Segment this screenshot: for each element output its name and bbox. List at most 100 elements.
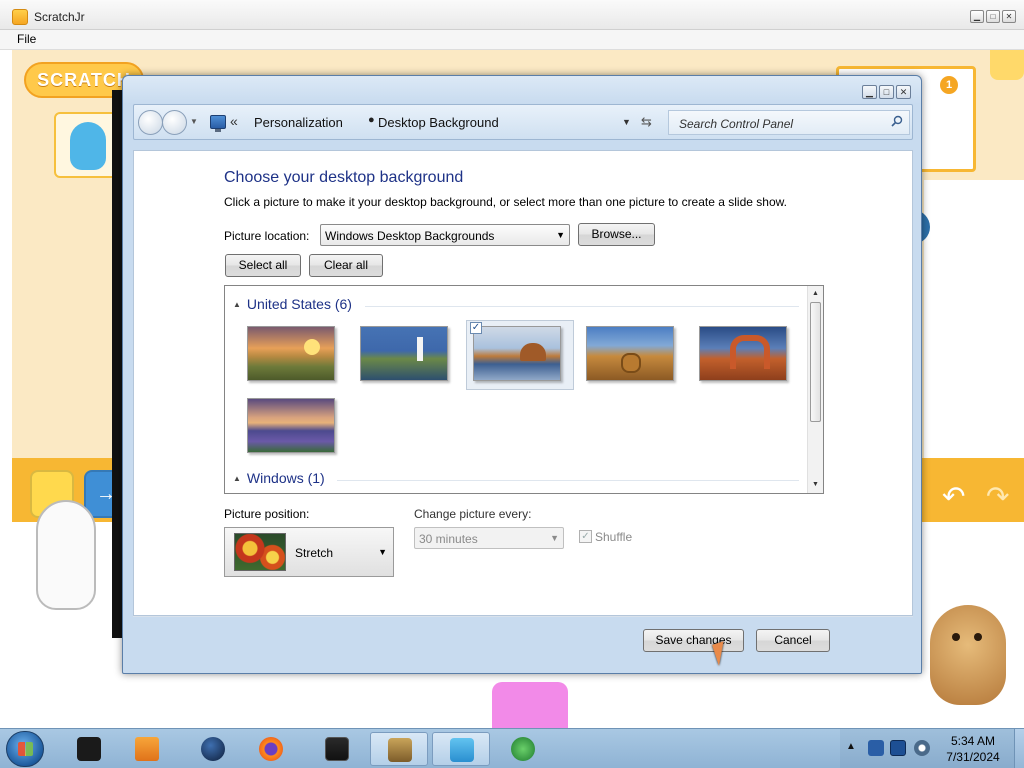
group-header-united-states[interactable]: ▲ United States (6) bbox=[233, 296, 352, 312]
wallpaper-gallery[interactable]: ▲ United States (6) ✓ ▲ Windows (1) ▲ ▼ bbox=[224, 285, 824, 494]
control-panel-icon bbox=[210, 115, 226, 132]
page-title: Choose your desktop background bbox=[224, 169, 464, 186]
menu-file[interactable]: File bbox=[17, 32, 36, 46]
change-picture-every-select[interactable]: 30 minutes ▼ bbox=[414, 527, 564, 549]
minimize-icon[interactable]: ▁ bbox=[862, 85, 877, 99]
hamster-sprite[interactable] bbox=[930, 605, 1006, 705]
main-content: Choose your desktop background Click a p… bbox=[133, 150, 913, 616]
redo-icon[interactable]: ↷ bbox=[986, 480, 1009, 513]
footer-divider bbox=[133, 616, 913, 617]
scrollbar-thumb[interactable] bbox=[810, 302, 821, 422]
thumbnail-checkbox[interactable]: ✓ bbox=[470, 322, 482, 334]
wallpaper-thumbnail[interactable] bbox=[247, 398, 335, 453]
scratchjr-icon bbox=[450, 738, 474, 762]
search-placeholder: Search Control Panel bbox=[679, 117, 794, 131]
taskbar-item-scratchjr[interactable] bbox=[432, 732, 490, 766]
shuffle-checkbox[interactable]: ✓ bbox=[579, 530, 592, 543]
maximize-icon[interactable]: □ bbox=[879, 85, 894, 99]
sprite-character-icon bbox=[70, 122, 106, 170]
clock-time[interactable]: 5:34 AM bbox=[940, 734, 1006, 748]
picture-position-label: Picture position: bbox=[224, 507, 310, 521]
wallpaper-thumbnail[interactable] bbox=[473, 326, 561, 381]
picture-location-value: Windows Desktop Backgrounds bbox=[325, 229, 495, 243]
clock-date[interactable]: 7/31/2024 bbox=[940, 750, 1006, 764]
chevron-down-icon: ▼ bbox=[556, 230, 565, 240]
picture-location-label: Picture location: bbox=[224, 229, 310, 243]
group-header-windows[interactable]: ▲ Windows (1) bbox=[233, 470, 325, 486]
taskbar-item-media-player[interactable] bbox=[118, 732, 176, 766]
end-block[interactable] bbox=[492, 682, 568, 730]
wallpaper-thumbnail[interactable] bbox=[247, 326, 335, 381]
breadcrumb-desktop-background[interactable]: Desktop Background bbox=[378, 115, 499, 130]
collapse-icon[interactable]: ▲ bbox=[233, 300, 241, 309]
change-picture-every-value: 30 minutes bbox=[419, 532, 478, 546]
globe-icon bbox=[201, 737, 225, 761]
taskbar-item-network[interactable] bbox=[494, 732, 552, 766]
chevron-down-icon: ▼ bbox=[550, 533, 559, 543]
address-bar: ▼ « Personalization ● Desktop Background… bbox=[133, 104, 913, 140]
group-divider bbox=[365, 306, 799, 307]
cancel-button[interactable]: Cancel bbox=[756, 629, 830, 652]
gallery-scrollbar[interactable]: ▲ ▼ bbox=[807, 286, 823, 493]
browse-button[interactable]: Browse... bbox=[578, 223, 655, 246]
taskbar-item-terminal[interactable] bbox=[60, 732, 118, 766]
display-icon[interactable] bbox=[890, 740, 906, 756]
clear-all-button[interactable]: Clear all bbox=[309, 254, 383, 277]
wallpaper-thumbnail[interactable] bbox=[360, 326, 448, 381]
close-icon[interactable]: ✕ bbox=[896, 85, 911, 99]
scroll-down-icon[interactable]: ▼ bbox=[808, 477, 823, 493]
forward-button[interactable] bbox=[162, 110, 187, 135]
picture-position-value: Stretch bbox=[295, 546, 334, 560]
side-tab[interactable] bbox=[990, 50, 1024, 80]
scroll-up-icon[interactable]: ▲ bbox=[808, 286, 823, 302]
hamster-eye bbox=[952, 633, 960, 641]
scratchjr-window-title: ScratchJr bbox=[34, 10, 85, 24]
taskbar: ▲ 5:34 AM 7/31/2024 bbox=[0, 728, 1024, 768]
taskbar-item-screen[interactable] bbox=[308, 732, 366, 766]
group-label: Windows (1) bbox=[246, 470, 325, 486]
back-button[interactable] bbox=[138, 110, 163, 135]
desktop-background-window: ▁ □ ✕ ▼ « Personalization ● Desktop Back… bbox=[122, 75, 922, 674]
maximize-icon[interactable]: □ bbox=[986, 10, 1000, 23]
show-hidden-icons-icon[interactable]: ▲ bbox=[846, 741, 856, 752]
chevron-down-icon: ▼ bbox=[378, 547, 387, 557]
media-player-icon bbox=[135, 737, 159, 761]
scratchjr-titlebar: ScratchJr ▁ □ ✕ bbox=[0, 0, 1024, 30]
scratchjr-window-controls: ▁ □ ✕ bbox=[970, 10, 1016, 23]
position-preview-image bbox=[234, 533, 286, 571]
select-all-button[interactable]: Select all bbox=[225, 254, 301, 277]
shuffle-label: Shuffle bbox=[595, 530, 633, 544]
show-desktop-button[interactable] bbox=[1014, 729, 1024, 768]
breadcrumb-separator-icon[interactable]: ● bbox=[368, 114, 375, 126]
refresh-icon[interactable]: ⇆ bbox=[641, 114, 652, 130]
undo-icon[interactable]: ↶ bbox=[942, 480, 965, 513]
tray-app-icon[interactable] bbox=[868, 740, 884, 756]
address-dropdown-icon[interactable]: ▼ bbox=[622, 117, 631, 127]
taskbar-item-control-panel[interactable] bbox=[370, 732, 428, 766]
search-input[interactable]: Search Control Panel bbox=[668, 110, 910, 135]
taskbar-item-globe[interactable] bbox=[184, 732, 242, 766]
picture-location-select[interactable]: Windows Desktop Backgrounds ▼ bbox=[320, 224, 570, 246]
volume-icon[interactable] bbox=[914, 740, 930, 756]
breadcrumb-overflow-icon[interactable]: « bbox=[230, 113, 238, 129]
collapse-icon[interactable]: ▲ bbox=[233, 474, 241, 483]
scratchjr-app-icon bbox=[12, 9, 28, 25]
sprite-outline-character[interactable] bbox=[36, 500, 96, 610]
hamster-eye bbox=[974, 633, 982, 641]
wallpaper-thumbnail[interactable] bbox=[699, 326, 787, 381]
picture-position-select[interactable]: Stretch ▼ bbox=[224, 527, 394, 577]
wallpaper-thumbnail[interactable] bbox=[586, 326, 674, 381]
change-picture-every-label: Change picture every: bbox=[414, 507, 532, 521]
breadcrumb-personalization[interactable]: Personalization bbox=[254, 115, 343, 130]
firefox-icon bbox=[259, 737, 283, 761]
minimize-icon[interactable]: ▁ bbox=[970, 10, 984, 23]
recent-pages-dropdown-icon[interactable]: ▼ bbox=[190, 117, 198, 126]
taskbar-item-firefox[interactable] bbox=[242, 732, 300, 766]
start-button[interactable] bbox=[6, 731, 44, 767]
close-icon[interactable]: ✕ bbox=[1002, 10, 1016, 23]
monitor-icon bbox=[325, 737, 349, 761]
group-divider bbox=[337, 480, 799, 481]
search-icon[interactable] bbox=[891, 115, 903, 127]
page-description: Click a picture to make it your desktop … bbox=[224, 195, 787, 209]
terminal-icon bbox=[77, 737, 101, 761]
